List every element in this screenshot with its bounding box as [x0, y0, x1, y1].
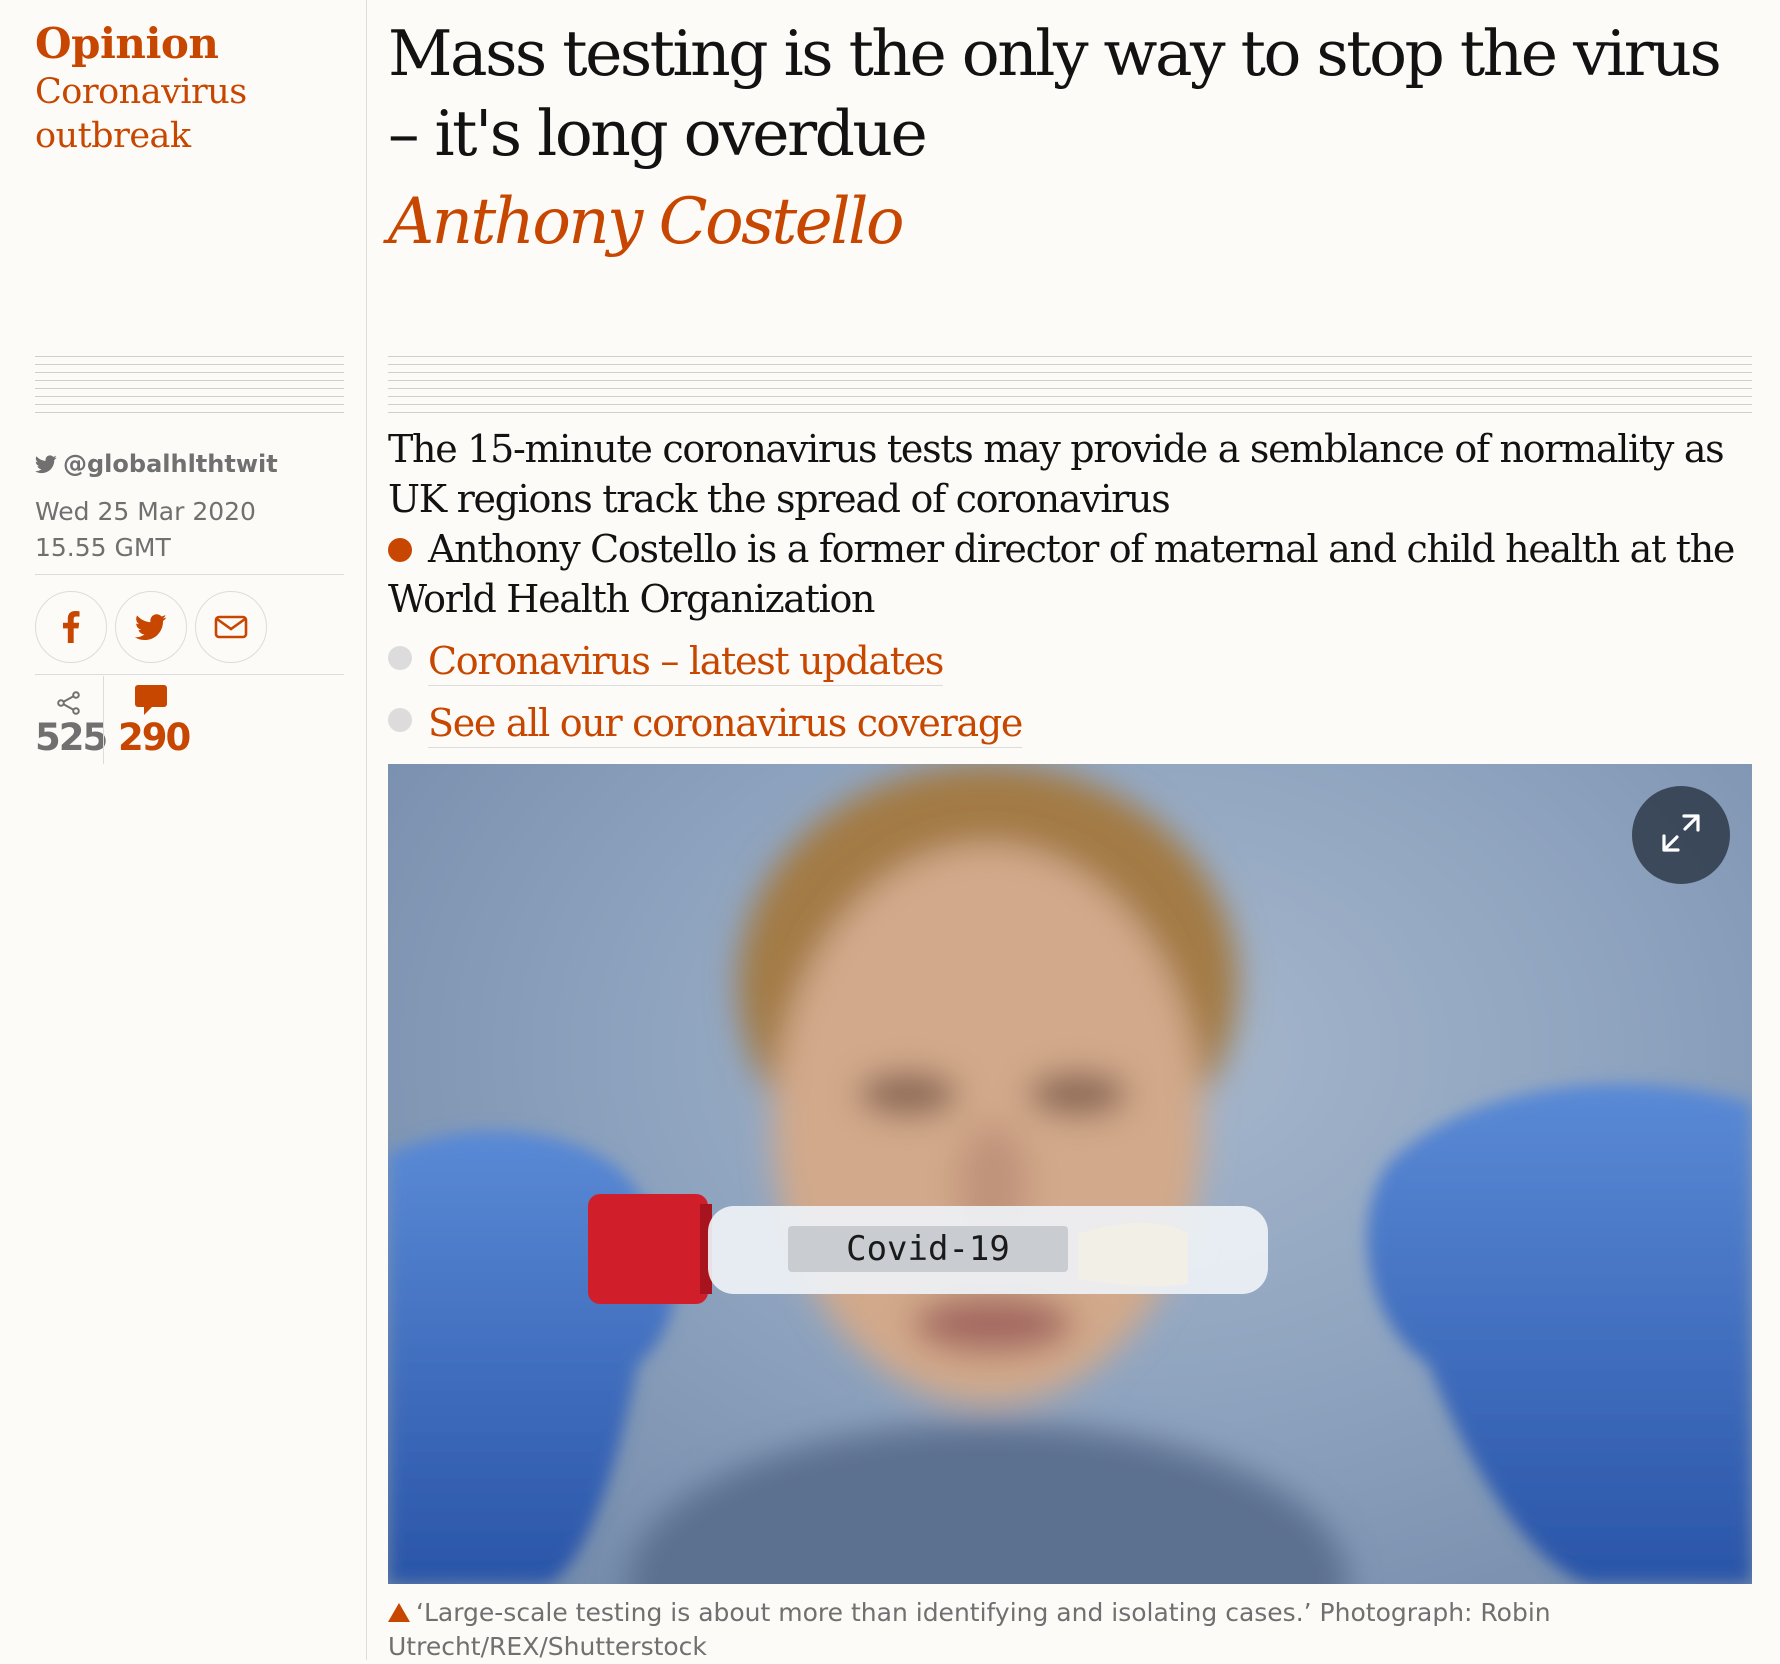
related-links: Coronavirus – latest updates See all our…: [388, 630, 1758, 754]
share-count: 525: [35, 676, 108, 764]
bullet-dot: [388, 646, 412, 670]
main-photo: Covid-19: [388, 764, 1752, 1584]
bullet-dot: [388, 537, 412, 562]
comment-count-link[interactable]: 290: [103, 676, 191, 764]
meta-divider-bottom: [35, 674, 344, 675]
standfirst-author-bio: Anthony Costello is a former director of…: [388, 524, 1758, 624]
expand-arrows-icon: [1658, 810, 1704, 860]
standfirst: The 15-minute coronavirus tests may prov…: [388, 424, 1758, 754]
twitter-icon: [135, 613, 167, 641]
section-label-link[interactable]: Opinion: [35, 18, 345, 70]
engagement-counts: 525 290: [35, 676, 191, 764]
list-item: Coronavirus – latest updates: [388, 630, 1758, 692]
facebook-icon: [62, 611, 80, 643]
expand-image-button[interactable]: [1632, 786, 1730, 884]
bullet-dot: [388, 708, 412, 732]
caption-triangle-icon: [388, 1603, 410, 1622]
article-meta: @globalhlthtwit Wed 25 Mar 2020 15.55 GM…: [35, 446, 345, 566]
related-link-latest-updates[interactable]: Coronavirus – latest updates: [428, 637, 944, 686]
comment-icon: [118, 676, 189, 716]
share-twitter-button[interactable]: [115, 591, 187, 663]
series-label-line2: outbreak: [35, 116, 191, 156]
standfirst-intro: The 15-minute coronavirus tests may prov…: [388, 427, 1725, 521]
photo-caption: ‘Large-scale testing is about more than …: [388, 1596, 1752, 1664]
column-divider: [366, 0, 367, 1660]
list-item: See all our coronavirus coverage: [388, 692, 1758, 754]
share-count-value: 525: [35, 716, 108, 759]
decorative-hatch-left: [35, 356, 344, 414]
twitter-handle: @globalhlthtwit: [63, 450, 278, 478]
comment-count-value: 290: [118, 716, 191, 759]
author-byline-link[interactable]: Anthony Costello: [388, 182, 1748, 262]
series-label-line1: Coronavirus: [35, 72, 247, 112]
share-buttons: [35, 591, 267, 663]
author-twitter-link[interactable]: @globalhlthtwit: [35, 446, 345, 482]
author-bio-text: Anthony Costello is a former director of…: [388, 527, 1735, 621]
share-email-button[interactable]: [195, 591, 267, 663]
twitter-bird-icon: [35, 454, 57, 474]
email-icon: [214, 615, 248, 639]
related-link-all-coverage[interactable]: See all our coronavirus coverage: [428, 699, 1023, 748]
section-kicker: Opinion Coronavirus outbreak: [35, 18, 345, 158]
article-headline: Mass testing is the only way to stop the…: [388, 17, 1722, 170]
series-label-link[interactable]: Coronavirus outbreak: [35, 70, 345, 158]
caption-text: ‘Large-scale testing is about more than …: [388, 1598, 1551, 1661]
publish-date: Wed 25 Mar 2020: [35, 497, 256, 526]
tube-label: Covid-19: [846, 1229, 1010, 1269]
meta-divider-top: [35, 574, 344, 575]
decorative-hatch-main: [388, 356, 1752, 414]
share-icon: [35, 676, 103, 716]
publish-time: 15.55 GMT: [35, 533, 171, 562]
share-facebook-button[interactable]: [35, 591, 107, 663]
